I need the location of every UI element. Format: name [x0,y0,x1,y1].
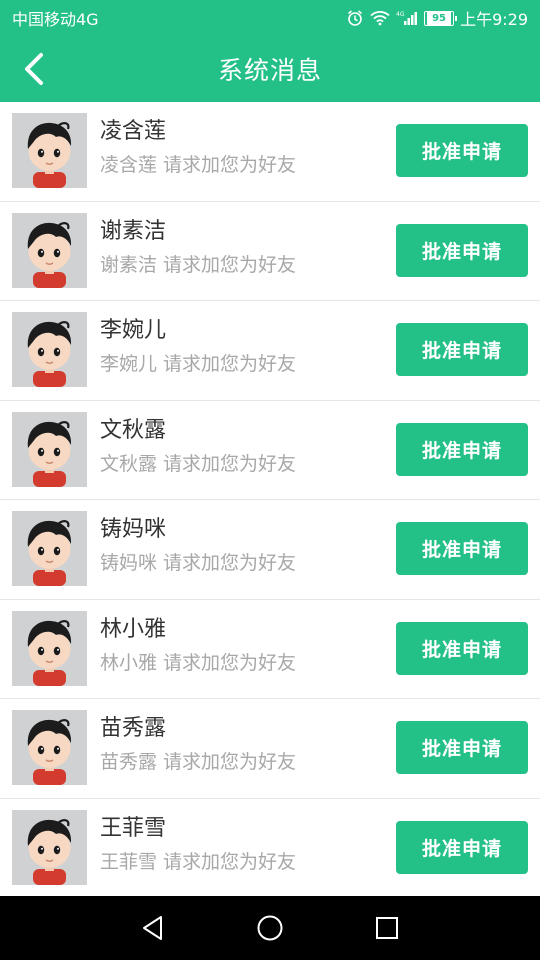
alarm-icon [346,9,364,27]
requester-name: 苗秀露 [100,716,167,741]
request-message: 谢素洁 请求加您为好友 [100,253,297,276]
avatar[interactable] [12,113,87,188]
item-text: 李婉儿 李婉儿 请求加您为好友 [100,315,296,379]
cartoon-boy-avatar-icon [12,809,87,885]
approve-request-button[interactable]: 批准申请 [396,223,528,277]
wifi-icon [370,10,390,26]
item-text: 铸妈咪 铸妈咪 请求加您为好友 [100,514,296,578]
triangle-back-icon [143,916,163,940]
avatar[interactable] [12,710,87,785]
cartoon-boy-avatar-icon [12,411,87,487]
approve-request-button[interactable]: 批准申请 [396,820,528,874]
item-text: 谢素洁 谢素洁 请求加您为好友 [100,216,296,280]
approve-request-button[interactable]: 批准申请 [396,621,528,675]
approve-request-button[interactable]: 批准申请 [396,422,528,476]
request-message: 王菲雪 请求加您为好友 [100,850,297,873]
requester-name: 王菲雪 [100,815,167,841]
cartoon-boy-avatar-icon [12,710,87,785]
svg-text:4G: 4G [396,11,405,18]
requester-name: 文秋露 [100,417,167,443]
request-message: 铸妈咪 请求加您为好友 [100,552,297,574]
list-item: 铸妈咪 铸妈咪 请求加您为好友 批准申请 [0,500,540,600]
avatar[interactable] [12,610,87,686]
chevron-left-icon [25,53,43,85]
cartoon-boy-avatar-icon [12,113,87,188]
request-message: 林小雅 请求加您为好友 [100,651,297,674]
list-item: 谢素洁 谢素洁 请求加您为好友 批准申请 [0,202,540,301]
list-item: 林小雅 林小雅 请求加您为好友 批准申请 [0,600,540,699]
status-bar: 中国移动4G 4G 95 上午9:29 [0,0,540,36]
approve-request-button[interactable]: 批准申请 [396,721,528,774]
square-recents-icon [375,917,398,939]
avatar[interactable] [12,312,87,387]
requester-name: 凌含莲 [100,119,167,144]
list-item: 凌含莲 凌含莲 请求加您为好友 批准申请 [0,102,540,202]
list-item: 王菲雪 王菲雪 请求加您为好友 批准申请 [0,799,540,897]
avatar[interactable] [12,511,87,586]
item-text: 文秋露 文秋露 请求加您为好友 [100,415,296,479]
cartoon-boy-avatar-icon [12,511,87,586]
friend-request-list[interactable]: 凌含莲 凌含莲 请求加您为好友 批准申请 谢素洁 谢素洁 请求加您为好友 批准申… [0,102,540,896]
carrier-label: 中国移动4G [12,10,99,29]
back-button[interactable] [14,49,54,89]
requester-name: 谢素洁 [100,218,167,244]
cartoon-boy-avatar-icon [12,312,87,387]
approve-request-button[interactable]: 批准申请 [396,124,528,177]
item-text: 林小雅 林小雅 请求加您为好友 [100,614,296,678]
request-message: 苗秀露 请求加您为好友 [100,751,297,773]
item-text: 王菲雪 王菲雪 请求加您为好友 [100,813,296,877]
status-left: 中国移动4G [12,6,99,30]
avatar[interactable] [12,212,87,288]
battery-level: 95 [427,11,452,25]
circle-home-icon [257,915,283,941]
battery-icon: 95 [424,10,458,26]
cartoon-boy-avatar-icon [12,610,87,686]
cartoon-boy-avatar-icon [12,212,87,288]
cellular-signal-icon: 4G [396,10,418,26]
request-message: 凌含莲 请求加您为好友 [100,154,297,176]
requester-name: 李婉儿 [100,318,167,343]
page-title: 系统消息 [217,56,322,85]
requester-name: 铸妈咪 [100,517,167,542]
system-nav-bar [0,896,540,960]
approve-request-button[interactable]: 批准申请 [396,323,528,376]
nav-home-button[interactable] [250,908,290,948]
list-item: 文秋露 文秋露 请求加您为好友 批准申请 [0,401,540,500]
requester-name: 林小雅 [100,616,167,642]
request-message: 文秋露 请求加您为好友 [100,452,297,475]
item-text: 苗秀露 苗秀露 请求加您为好友 [100,713,296,777]
request-message: 李婉儿 请求加您为好友 [100,353,297,375]
avatar[interactable] [12,809,87,885]
list-item: 李婉儿 李婉儿 请求加您为好友 批准申请 [0,301,540,401]
avatar[interactable] [12,411,87,487]
status-right: 4G 95 上午9:29 [346,6,528,30]
nav-recents-button[interactable] [367,908,407,948]
item-text: 凌含莲 凌含莲 请求加您为好友 [100,116,296,180]
nav-back-button[interactable] [133,908,173,948]
approve-request-button[interactable]: 批准申请 [396,522,528,575]
list-item: 苗秀露 苗秀露 请求加您为好友 批准申请 [0,699,540,799]
clock-time: 上午9:29 [460,10,528,29]
app-bar: 系统消息 [0,36,540,102]
